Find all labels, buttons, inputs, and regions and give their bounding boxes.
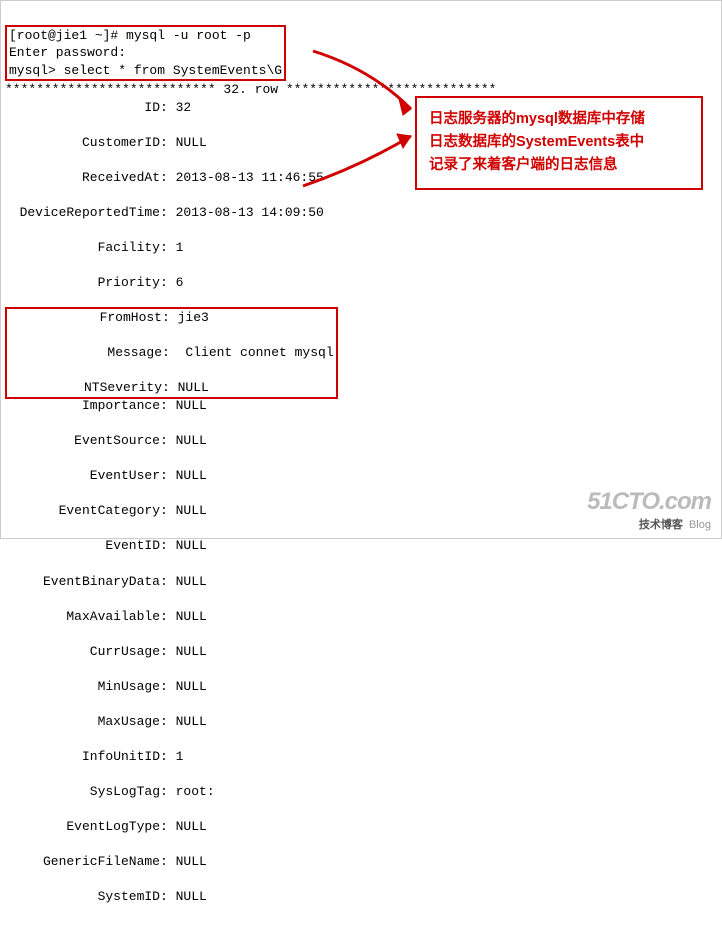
field-val: NULL [176,679,207,694]
field-key: CurrUsage [5,643,160,661]
field-val: NULL [176,714,207,729]
field-val: 2013-08-13 14:09:50 [176,205,324,220]
field-row: InfoUnitID: 1 [5,748,717,766]
field-key: Importance [5,397,160,415]
mysql-query: select * from SystemEvents\G [64,63,282,78]
password-prompt: Enter password: [9,45,126,60]
field-row: GenericFileName: NULL [5,853,717,871]
field-row: Message: Client connet mysql [7,344,334,362]
field-key: MinUsage [5,678,160,696]
field-key: EventID [5,537,160,555]
field-key: Facility [5,239,160,257]
shell-prompt: [root@jie1 ~]# [9,28,126,43]
field-row: EventUser: NULL [5,467,717,485]
field-val: NULL [176,574,207,589]
field-key: ReceivedAt [5,169,160,187]
field-row: EventID: NULL [5,537,717,555]
field-key: MaxUsage [5,713,160,731]
field-val: NULL [176,398,207,413]
field-val: NULL [176,609,207,624]
field-val: NULL [176,644,207,659]
field-val: NULL [176,503,207,518]
field-val: NULL [176,889,207,904]
field-key: NTSeverity [7,379,162,397]
field-key: CustomerID [5,134,160,152]
field-val: root: [176,784,215,799]
field-key: Priority [5,274,160,292]
field-key: InfoUnitID [5,748,160,766]
field-key: MaxAvailable [5,608,160,626]
field-key: SystemID [5,888,160,906]
field-val: NULL [176,433,207,448]
field-row: FromHost: jie3 [7,309,334,327]
field-row: NTSeverity: NULL [7,379,334,397]
field-key: EventUser [5,467,160,485]
arrow-icon [301,126,421,196]
field-val: NULL [178,380,209,395]
field-val: 1 [176,240,184,255]
row-separator: *************************** 32. row ****… [5,82,496,97]
field-val: jie3 [178,310,209,325]
field-key: ID [5,99,160,117]
field-key: EventBinaryData [5,573,160,591]
field-val: 6 [176,275,184,290]
fields-highlight-box: FromHost: jie3 Message: Client connet my… [5,307,338,399]
field-row: Facility: 1 [5,239,717,257]
callout-line: 记录了来着客户端的日志信息 [429,154,689,177]
field-row: DeviceReportedTime: 2013-08-13 14:09:50 [5,204,717,222]
field-val: NULL [176,854,207,869]
mysql-prompt: mysql> [9,63,64,78]
field-val: NULL [176,468,207,483]
field-key: EventSource [5,432,160,450]
field-row: Priority: 6 [5,274,717,292]
callout-line: 日志服务器的mysql数据库中存储 [429,108,689,131]
shell-command: mysql -u root -p [126,28,251,43]
field-row: EventLogType: NULL [5,818,717,836]
field-key: GenericFileName [5,853,160,871]
field-row: SystemID: NULL [5,888,717,906]
field-val: 1 [176,749,184,764]
field-row: MinUsage: NULL [5,678,717,696]
field-key: EventCategory [5,502,160,520]
field-row: EventBinaryData: NULL [5,573,717,591]
field-key: SysLogTag [5,783,160,801]
field-row: MaxUsage: NULL [5,713,717,731]
field-key: DeviceReportedTime [5,204,160,222]
field-val: NULL [176,538,207,553]
command-highlight-box: [root@jie1 ~]# mysql -u root -p Enter pa… [5,25,286,82]
annotation-callout: 日志服务器的mysql数据库中存储 日志数据库的SystemEvents表中 记… [415,96,703,190]
field-val: Client connet mysql [178,345,334,360]
field-row: CurrUsage: NULL [5,643,717,661]
field-val: NULL [176,819,207,834]
field-val: 32 [176,100,192,115]
callout-line: 日志数据库的SystemEvents表中 [429,131,689,154]
watermark: 51CTO.com 技术博客 Blog [587,488,711,532]
field-row: SysLogTag: root: [5,783,717,801]
watermark-sub: 技术博客 Blog [587,516,711,532]
field-row: EventSource: NULL [5,432,717,450]
field-key: Message [7,344,162,362]
field-val: NULL [176,135,207,150]
field-key: EventLogType [5,818,160,836]
field-key: FromHost [7,309,162,327]
field-row: MaxAvailable: NULL [5,608,717,626]
field-row: Importance: NULL [5,397,717,415]
watermark-domain: 51CTO.com [587,488,711,516]
